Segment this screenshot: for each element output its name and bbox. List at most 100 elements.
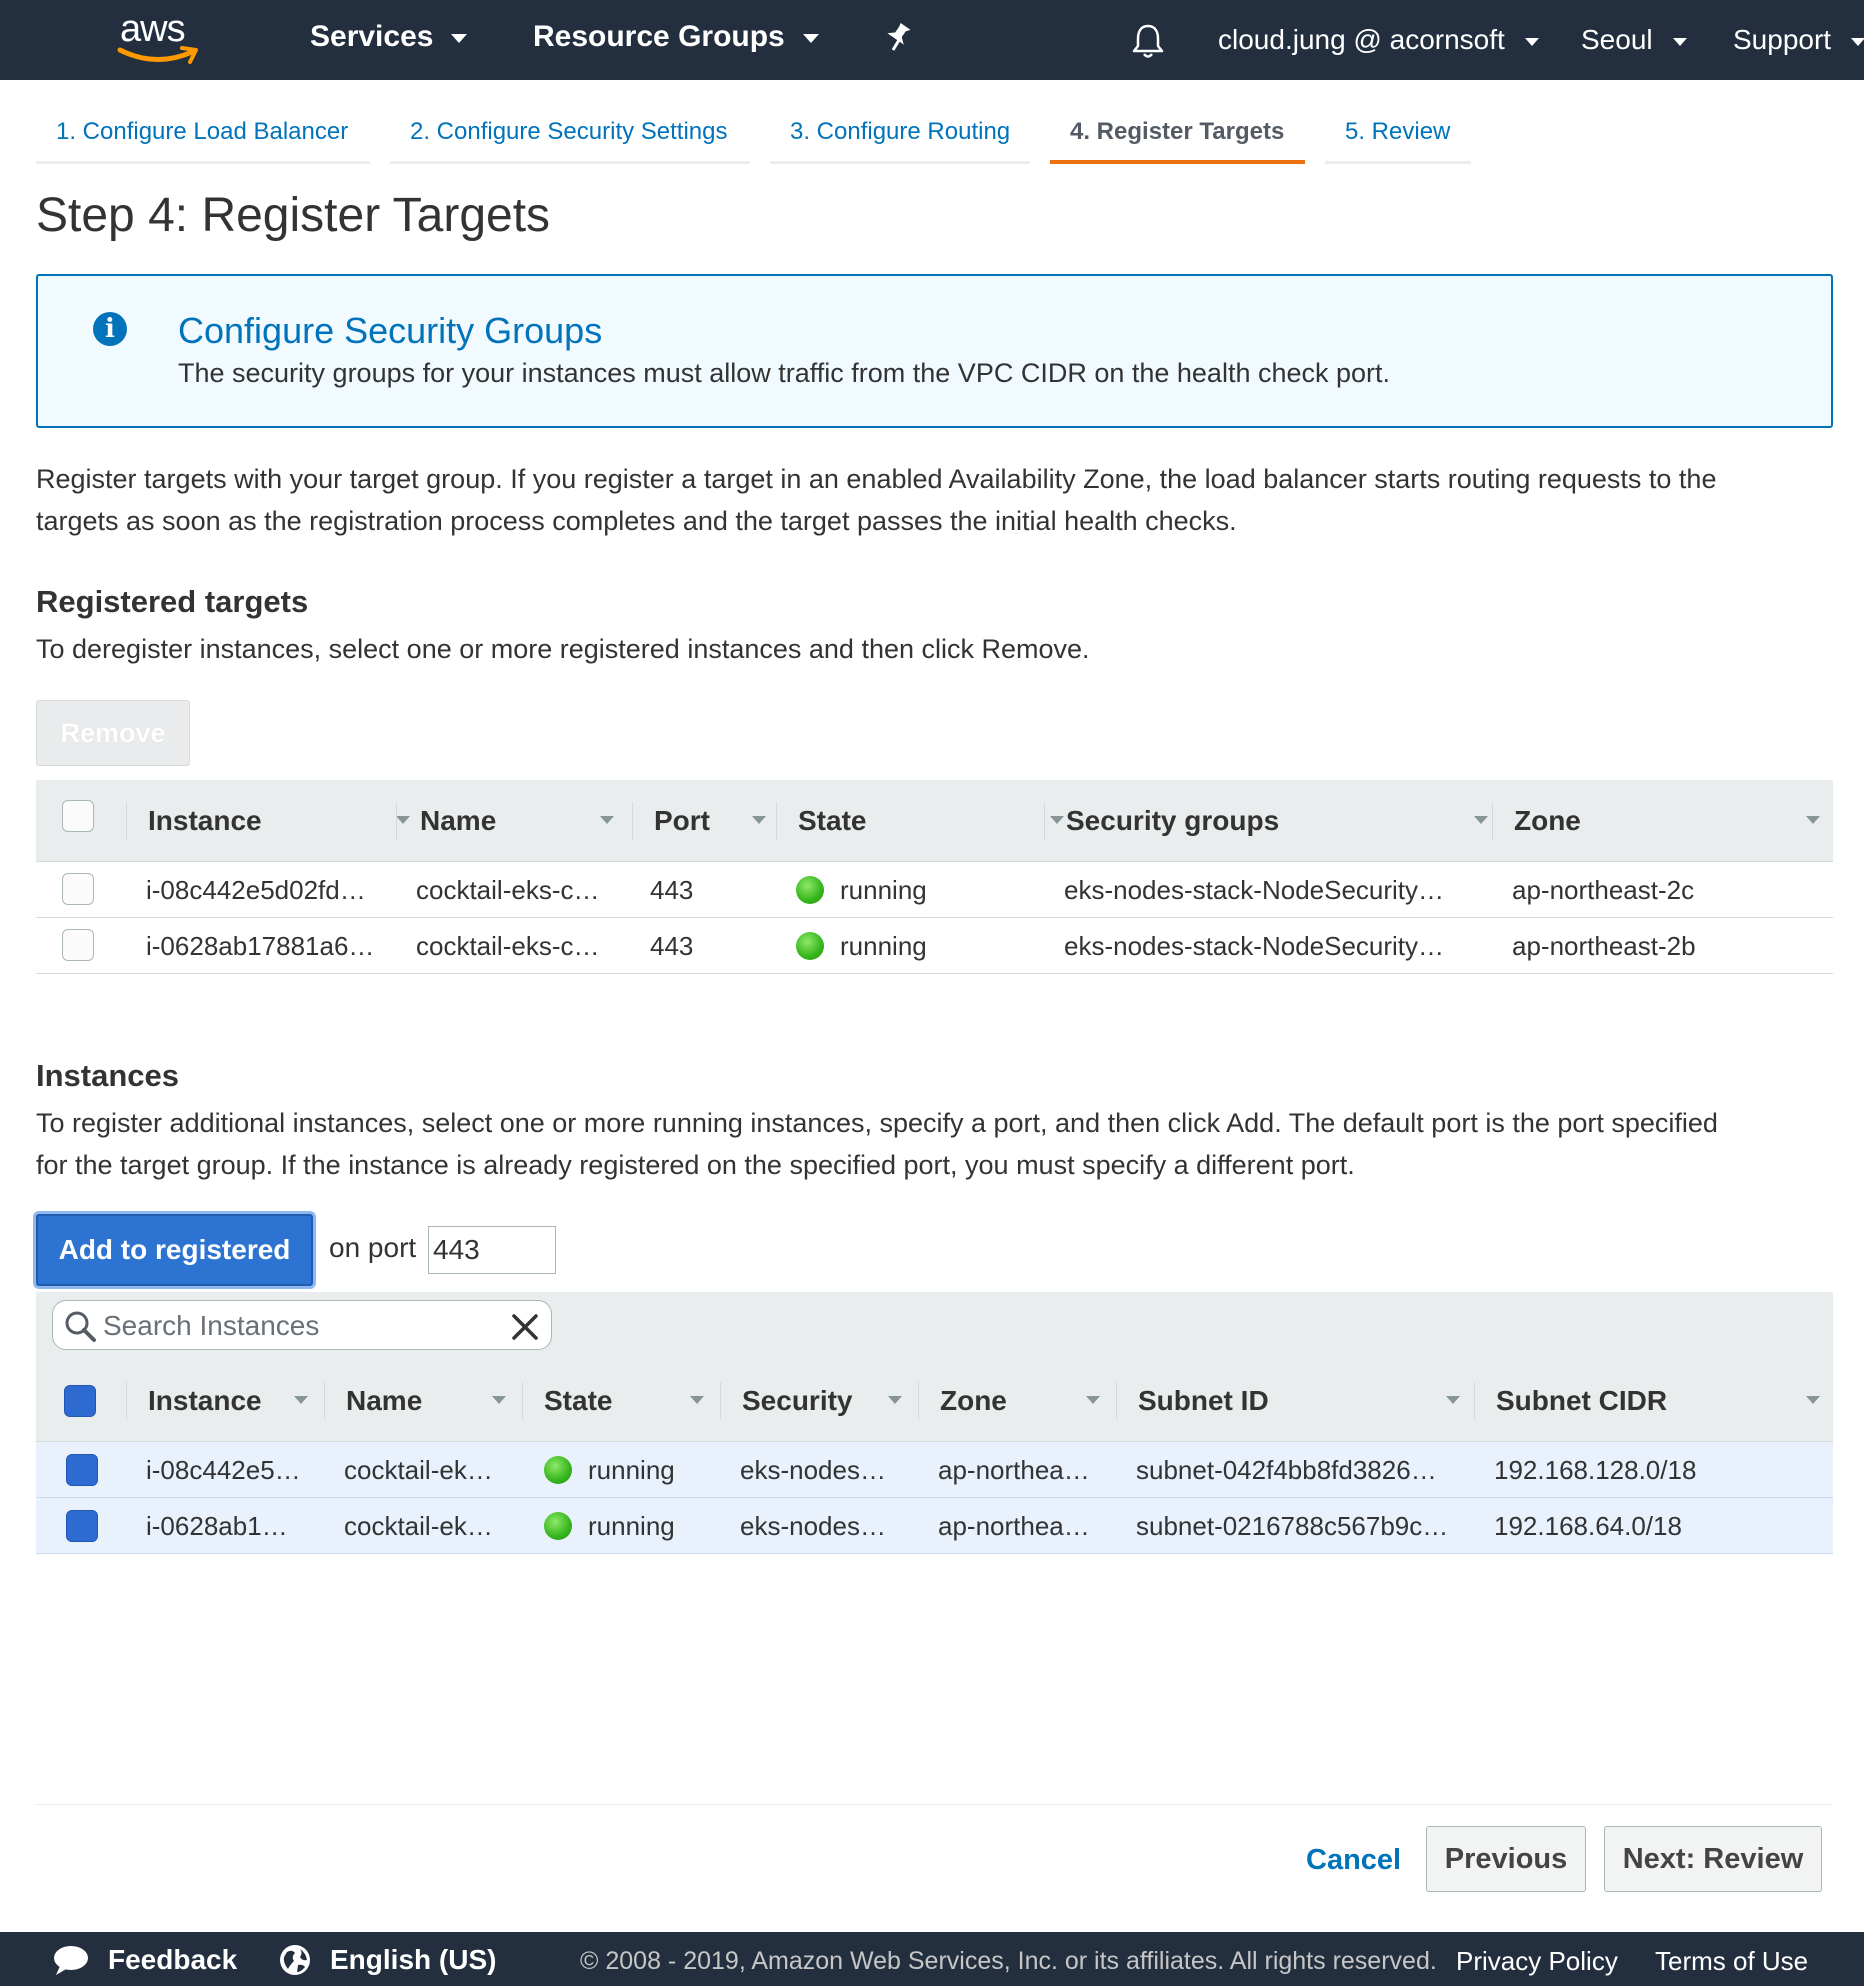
sort-icon xyxy=(492,1396,506,1404)
select-all-checkbox[interactable] xyxy=(64,1385,96,1417)
cell-security: eks-nodes… xyxy=(740,1511,886,1541)
chevron-down-icon xyxy=(451,33,468,43)
tab-label: 5. Review xyxy=(1345,118,1451,145)
remove-button[interactable]: Remove xyxy=(36,700,190,766)
cell-state: running xyxy=(588,1511,675,1541)
resource-groups-menu[interactable]: Resource Groups xyxy=(533,20,819,54)
instances-heading: Instances xyxy=(36,1058,180,1093)
cell-name: cocktail-eks-c… xyxy=(416,875,600,905)
column-instance[interactable]: Instance xyxy=(148,780,418,862)
intro-line-2: targets as soon as the registration proc… xyxy=(36,506,1237,536)
instances-line-1: To register additional instances, select… xyxy=(36,1108,1718,1138)
cell-instance: i-08c442e5… xyxy=(146,1455,301,1485)
terms-of-use-link[interactable]: Terms of Use xyxy=(1655,1946,1808,1977)
account-menu[interactable]: cloud.jung @ acornsoft xyxy=(1218,24,1539,56)
support-label: Support xyxy=(1733,24,1832,55)
cell-state: running xyxy=(588,1455,675,1485)
running-status-icon xyxy=(796,876,824,904)
cell-security-groups: eks-nodes-stack-NodeSecurity… xyxy=(1064,931,1445,961)
column-state[interactable]: State xyxy=(798,780,1068,862)
tab-label: 4. Register Targets xyxy=(1070,118,1285,145)
copyright-text: © 2008 - 2019, Amazon Web Services, Inc.… xyxy=(580,1947,1437,1975)
aws-logo[interactable]: aws xyxy=(116,8,206,68)
previous-button[interactable]: Previous xyxy=(1426,1826,1586,1892)
table-header: Instance Name State Security Zone Subnet… xyxy=(36,1360,1833,1442)
sort-icon xyxy=(600,816,614,824)
cell-name: cocktail-ek… xyxy=(344,1511,493,1541)
info-alert: i Configure Security Groups The security… xyxy=(36,274,1833,428)
table-row[interactable]: i-0628ab17881a6… cocktail-eks-c… 443 run… xyxy=(36,918,1833,974)
next-review-button[interactable]: Next: Review xyxy=(1604,1826,1822,1892)
column-security-groups[interactable]: Security groups xyxy=(1066,780,1516,862)
sort-icon xyxy=(1050,816,1064,824)
add-to-registered-button[interactable]: Add to registered xyxy=(36,1214,313,1286)
cell-zone: ap-northeast-2b xyxy=(1512,931,1696,961)
privacy-policy-link[interactable]: Privacy Policy xyxy=(1456,1946,1618,1977)
chevron-down-icon xyxy=(1851,37,1864,46)
instances-table: Instance Name State Security Zone Subnet… xyxy=(36,1360,1833,1556)
sort-icon xyxy=(396,816,410,824)
column-name[interactable]: Name xyxy=(346,1360,536,1442)
table-row[interactable]: i-08c442e5d02fd… cocktail-eks-c… 443 run… xyxy=(36,862,1833,918)
cell-instance: i-08c442e5d02fd… xyxy=(146,875,366,905)
tab-label: 3. Configure Routing xyxy=(790,118,1011,145)
table-row[interactable]: i-0628ab1… cocktail-ek… running eks-node… xyxy=(36,1498,1833,1554)
chevron-down-icon xyxy=(1672,37,1687,46)
sort-icon xyxy=(1474,816,1488,824)
support-menu[interactable]: Support xyxy=(1733,24,1864,56)
sort-icon xyxy=(888,1396,902,1404)
column-security[interactable]: Security xyxy=(742,1360,932,1442)
clear-icon[interactable] xyxy=(511,1313,539,1341)
services-menu[interactable]: Services xyxy=(310,20,468,54)
instances-description: To register additional instances, select… xyxy=(36,1102,1836,1186)
info-description: The security groups for your instances m… xyxy=(178,358,1391,388)
cell-security-groups: eks-nodes-stack-NodeSecurity… xyxy=(1064,875,1445,905)
cell-port: 443 xyxy=(650,931,694,961)
info-title: Configure Security Groups xyxy=(178,310,603,351)
bell-icon[interactable] xyxy=(1130,22,1166,68)
row-checkbox[interactable] xyxy=(66,1510,98,1542)
tab-configure-security-settings[interactable]: 2. Configure Security Settings xyxy=(390,112,750,164)
region-menu[interactable]: Seoul xyxy=(1581,24,1687,56)
column-name[interactable]: Name xyxy=(420,780,620,862)
tab-register-targets[interactable]: 4. Register Targets xyxy=(1050,112,1305,164)
port-input[interactable]: 443 xyxy=(428,1226,556,1274)
services-label: Services xyxy=(310,20,434,53)
cell-zone: ap-northeast-2c xyxy=(1512,875,1695,905)
aws-smile-icon xyxy=(117,46,198,64)
registered-targets-table: Instance Name Port State Security groups… xyxy=(36,780,1833,976)
sort-icon xyxy=(1086,1396,1100,1404)
cell-instance: i-0628ab17881a6… xyxy=(146,931,375,961)
divider xyxy=(36,1804,1833,1805)
row-checkbox[interactable] xyxy=(62,929,94,961)
pin-icon[interactable] xyxy=(884,22,914,62)
column-subnet-id[interactable]: Subnet ID xyxy=(1138,1360,1478,1442)
cell-state: running xyxy=(840,875,927,905)
account-label: cloud.jung @ acornsoft xyxy=(1218,24,1505,55)
column-state[interactable]: State xyxy=(544,1360,734,1442)
cell-subnet-id: subnet-0216788c567b9c… xyxy=(1136,1511,1449,1541)
table-row[interactable]: i-08c442e5… cocktail-ek… running eks-nod… xyxy=(36,1442,1833,1498)
tab-review[interactable]: 5. Review xyxy=(1325,112,1471,164)
running-status-icon xyxy=(544,1456,572,1484)
tab-configure-load-balancer[interactable]: 1. Configure Load Balancer xyxy=(36,112,370,164)
globe-icon xyxy=(280,1945,310,1975)
table-header: Instance Name Port State Security groups… xyxy=(36,780,1833,862)
column-zone[interactable]: Zone xyxy=(940,1360,1130,1442)
row-checkbox[interactable] xyxy=(62,873,94,905)
column-port[interactable]: Port xyxy=(654,780,784,862)
column-instance[interactable]: Instance xyxy=(148,1360,338,1442)
cell-subnet-id: subnet-042f4bb8fd3826… xyxy=(1136,1455,1437,1485)
select-all-checkbox[interactable] xyxy=(62,800,94,832)
cancel-link[interactable]: Cancel xyxy=(1306,1844,1401,1877)
feedback-link[interactable]: Feedback xyxy=(108,1944,237,1976)
search-icon xyxy=(65,1311,96,1342)
column-zone[interactable]: Zone xyxy=(1514,780,1820,862)
search-instances-input[interactable]: Search Instances xyxy=(52,1300,552,1350)
sort-icon xyxy=(752,816,766,824)
tab-configure-routing[interactable]: 3. Configure Routing xyxy=(770,112,1030,164)
language-selector[interactable]: English (US) xyxy=(330,1944,496,1976)
row-checkbox[interactable] xyxy=(66,1454,98,1486)
sort-icon xyxy=(690,1396,704,1404)
column-subnet-cidr[interactable]: Subnet CIDR xyxy=(1496,1360,1826,1442)
